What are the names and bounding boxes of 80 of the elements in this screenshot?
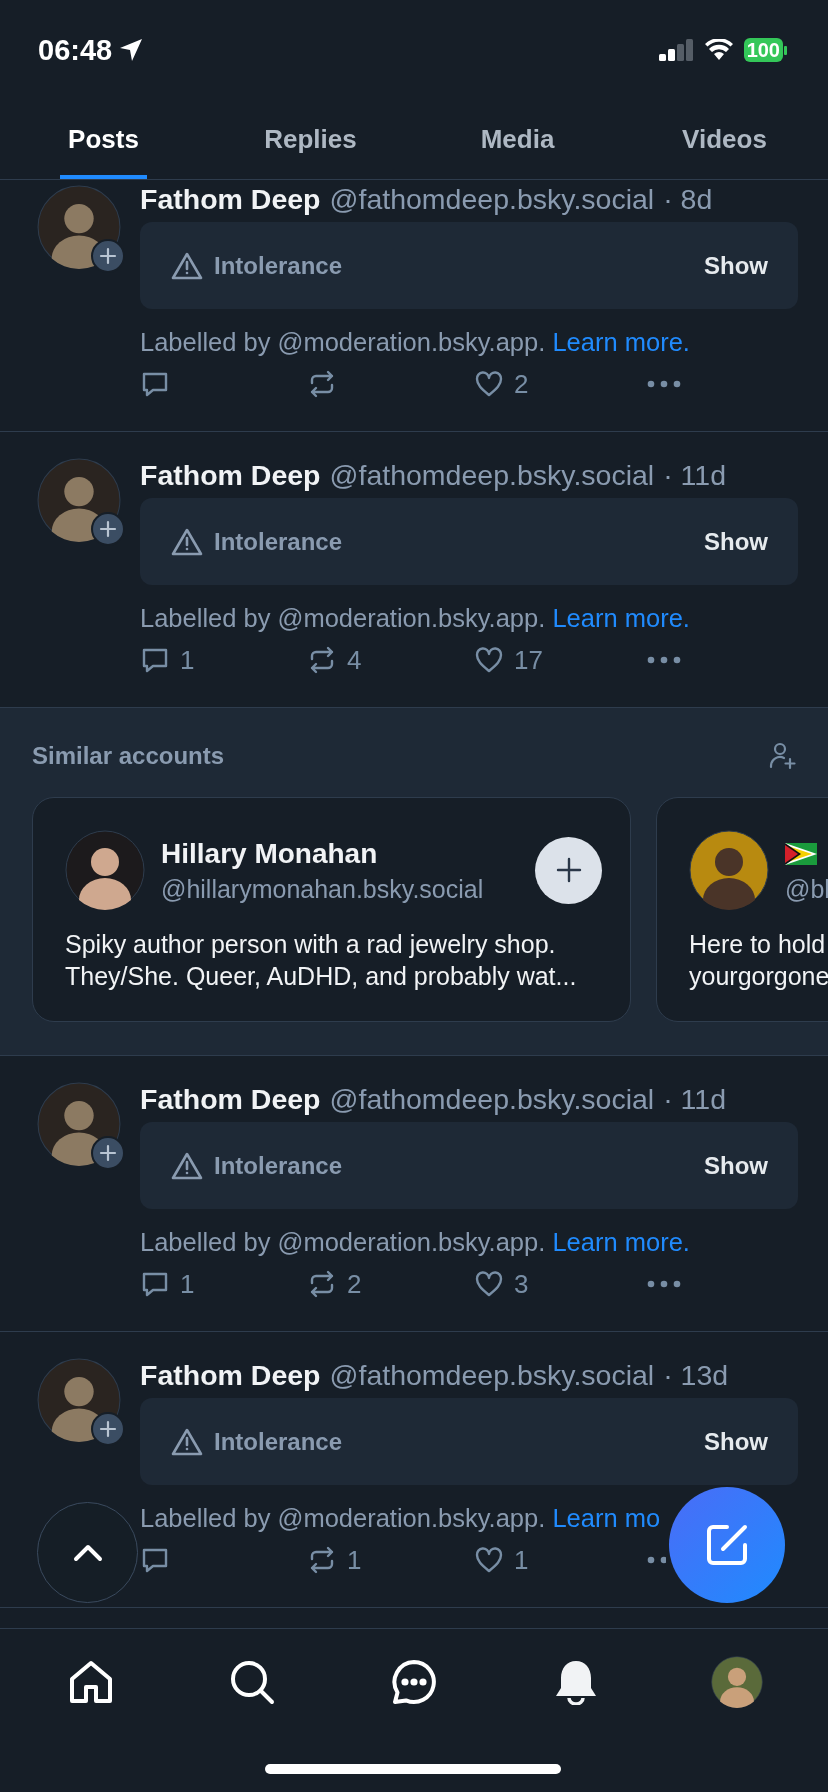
author-name[interactable]: Fathom Deep [140,1358,321,1392]
post-age: · 11d [663,458,727,492]
plus-icon[interactable] [91,1412,125,1446]
warning-label: Intolerance [214,1151,344,1180]
heart-icon[interactable] [474,645,504,675]
more-icon[interactable] [647,1556,666,1564]
account-handle: @bl [785,874,828,904]
chevron-up-icon [72,1543,103,1562]
profile-avatar[interactable] [711,1656,764,1708]
like-count: 1 [514,1544,529,1576]
signal-icon [657,38,694,62]
section-title: Similar accounts [32,742,225,770]
heart-icon[interactable] [474,1545,504,1575]
avatar[interactable] [689,830,769,910]
avatar[interactable] [65,830,145,910]
warning-icon [170,1150,204,1181]
like-count: 17 [514,644,543,676]
tab[interactable]: Replies [256,100,365,179]
post-age: · 8d [663,182,713,216]
author-name[interactable]: Fathom Deep [140,458,321,492]
warning-label: Intolerance [214,1427,344,1456]
account-bio: Spiky author person with a rad jewelry shop. They/She. Queer, AuDHD, and probably wat... [65,929,578,992]
label-notice: Labelled by @moderation.bsky.app. Learn more. [140,329,691,355]
show-button[interactable]: Show [704,1423,768,1460]
repost-count: 2 [347,1268,362,1300]
author-handle[interactable]: @fathomdeep.bsky.social [329,458,655,492]
heart-icon[interactable] [474,369,504,399]
home-icon[interactable] [67,1659,114,1705]
tab[interactable]: Posts [60,100,147,179]
like-count: 2 [514,368,529,400]
account-bio: Here to hold yourgorgone [689,929,828,992]
learn-more-link[interactable]: Learn mo [552,1504,661,1532]
repost-count: 1 [347,1544,362,1576]
bell-icon[interactable] [553,1659,598,1705]
warning-label: Intolerance [214,251,344,280]
tab[interactable]: Media [472,100,563,179]
post-age: · 13d [663,1358,729,1392]
plus-icon[interactable] [91,239,125,273]
label-notice: Labelled by @moderation.bsky.app. Learn more. [140,605,691,631]
warning-icon [170,1426,204,1457]
label-notice: Labelled by @moderation.bsky.app. Learn mo [140,1505,662,1531]
warning-icon [170,526,204,557]
account-handle: @hillarymonahan.bsky.social [161,874,485,904]
more-icon[interactable] [647,656,681,664]
account-card[interactable]: @bl Here to hold yourgorgone [656,797,828,1022]
more-icon[interactable] [647,380,681,388]
reply-count: 1 [180,644,195,676]
learn-more-link[interactable]: Learn more. [552,1228,690,1256]
account-name[interactable]: Hillary Monahan [161,836,519,871]
tab[interactable]: Videos [674,100,775,179]
warning-icon [170,250,204,281]
chat-icon[interactable] [391,1659,437,1705]
account-card[interactable]: Hillary Monahan @hillarymonahan.bsky.social Spiky author person with a rad jewelry shop. They/She. Queer, AuDHD, and probably wat... [32,797,631,1022]
post-age: · 11d [663,1082,727,1116]
author-handle[interactable]: @fathomdeep.bsky.social [329,182,655,216]
show-button[interactable]: Show [704,1147,768,1184]
like-count: 3 [514,1268,529,1300]
search-icon[interactable] [229,1659,276,1705]
heart-icon[interactable] [474,1269,504,1299]
author-handle[interactable]: @fathomdeep.bsky.social [329,1082,655,1116]
label-notice: Labelled by @moderation.bsky.app. Learn more. [140,1229,691,1255]
show-button[interactable]: Show [704,523,768,560]
author-name[interactable]: Fathom Deep [140,1082,321,1116]
author-name[interactable]: Fathom Deep [140,182,321,216]
learn-more-link[interactable]: Learn more. [552,328,690,356]
clock: 06:48 [38,33,113,67]
flag-icon [785,842,817,865]
location-arrow-icon [118,37,145,63]
reply-count: 1 [180,1268,195,1300]
plus-icon[interactable] [91,1136,125,1170]
show-button[interactable]: Show [704,247,768,284]
plus-icon[interactable] [91,512,125,546]
repost-count: 4 [347,644,362,676]
author-handle[interactable]: @fathomdeep.bsky.social [329,1358,655,1392]
learn-more-link[interactable]: Learn more. [552,604,690,632]
more-icon[interactable] [647,1280,681,1288]
warning-label: Intolerance [214,527,344,556]
plus-icon [555,857,582,883]
add-person-icon[interactable] [768,741,796,771]
wifi-icon [703,39,734,61]
